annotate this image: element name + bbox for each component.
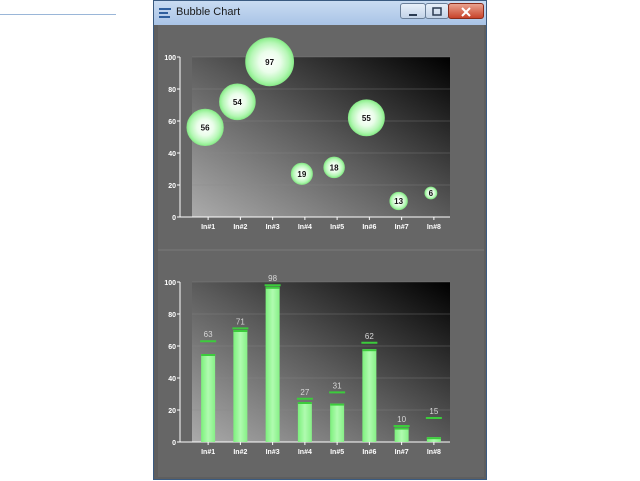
bar-cap — [233, 330, 248, 332]
title-bar[interactable]: Bubble Chart — [154, 1, 486, 25]
bar-value-label: 31 — [333, 381, 342, 390]
background-line — [0, 14, 116, 15]
y-tick-label: 100 — [164, 55, 176, 62]
bar-y-tick-labels: 0 20 40 60 80 100 — [164, 280, 180, 447]
x-tick-label: In#1 — [201, 224, 215, 231]
bar-value-label: 71 — [236, 317, 245, 326]
x-tick-label: In#4 — [298, 449, 312, 456]
bubble-label: 18 — [330, 163, 339, 172]
bubble-label: 55 — [362, 114, 371, 123]
bar — [362, 349, 377, 442]
x-tick-label: In#4 — [298, 224, 312, 231]
x-tick-label: In#8 — [427, 449, 441, 456]
bar — [394, 427, 409, 442]
bar-value-label: 98 — [268, 274, 277, 283]
bar-value-label: 15 — [429, 407, 438, 416]
x-tick-label: In#5 — [330, 224, 344, 231]
bar — [330, 403, 345, 442]
y-tick-label: 80 — [168, 312, 176, 319]
minimize-icon — [409, 14, 417, 16]
bubble-chart: 020406080100 In#1 In#2 In#3 In#4 In#5 In#6 In#… — [164, 37, 450, 231]
bubble-y-tick-labels: 0 20 40 60 80 100 — [164, 55, 180, 222]
chart-app-icon — [159, 8, 171, 18]
y-tick-label: 0 — [172, 440, 176, 447]
bar-cap — [201, 354, 216, 356]
bar-value-label: 62 — [365, 332, 374, 341]
window-title: Bubble Chart — [176, 6, 241, 18]
x-tick-label: In#3 — [266, 449, 280, 456]
chart-window: Bubble Chart 0 20 40 60 80 100 In#1 In#2… — [153, 0, 487, 480]
minimize-button[interactable] — [400, 3, 426, 19]
bar-value-label: 63 — [204, 330, 213, 339]
bar-x-tick-labels: In#1 In#2 In#3 In#4 In#5 In#6 In#7 In#8 — [201, 442, 441, 456]
y-tick-label: 40 — [168, 376, 176, 383]
bar — [297, 402, 312, 442]
y-tick-label: 40 — [168, 151, 176, 158]
x-tick-label: In#7 — [395, 224, 409, 231]
bubble-plot-area — [192, 57, 450, 217]
chart-client-area: 0 20 40 60 80 100 In#1 In#2 In#3 In#4 In#5 In#6 In#… — [158, 25, 484, 477]
bar-cap — [330, 403, 345, 406]
x-tick-label: In#2 — [233, 449, 247, 456]
x-tick-label: In#6 — [362, 224, 376, 231]
bubble-label: 56 — [201, 123, 210, 132]
bubble-x-tick-labels: In#1 In#2 In#3 In#4 In#5 In#6 In#7 In#8 — [201, 217, 441, 231]
bubble-label: 13 — [394, 197, 403, 206]
x-tick-label: In#3 — [266, 224, 280, 231]
y-tick-label: 100 — [164, 280, 176, 287]
bar-chart: 020406080100 In#1 In#2 In#3 In#4 In#5 In#6 In#… — [164, 274, 450, 456]
y-tick-label: 20 — [168, 183, 176, 190]
bar — [233, 330, 248, 442]
bar-plot-area — [192, 282, 450, 442]
bar-cap — [265, 286, 280, 289]
maximize-button[interactable] — [425, 3, 449, 19]
bubble-label: 54 — [233, 98, 242, 107]
bubble-label: 19 — [297, 170, 306, 179]
y-tick-label: 80 — [168, 87, 176, 94]
bar-value-label: 27 — [300, 388, 309, 397]
x-tick-label: In#7 — [395, 449, 409, 456]
bar-cap — [362, 349, 377, 352]
x-tick-label: In#8 — [427, 224, 441, 231]
maximize-icon — [432, 7, 442, 16]
bar-cap — [426, 437, 441, 440]
bar-value-label: 10 — [397, 415, 406, 424]
close-icon — [461, 7, 471, 17]
bubble-label: 97 — [265, 58, 274, 67]
x-tick-label: In#1 — [201, 449, 215, 456]
bar-cap — [297, 402, 312, 404]
y-tick-label: 20 — [168, 408, 176, 415]
bar — [265, 286, 280, 442]
bar — [201, 354, 216, 442]
y-tick-label: 60 — [168, 119, 176, 126]
charts-svg: 020406080100 In#1 In#2 In#3 In#4 In#5 In#6 In#… — [158, 37, 484, 456]
y-tick-label: 0 — [172, 215, 176, 222]
x-tick-label: In#5 — [330, 449, 344, 456]
bar-cap — [394, 427, 409, 430]
y-tick-label: 60 — [168, 344, 176, 351]
x-tick-label: In#6 — [362, 449, 376, 456]
bubble-label: 6 — [429, 189, 434, 198]
x-tick-label: In#2 — [233, 224, 247, 231]
close-button[interactable] — [448, 3, 484, 19]
